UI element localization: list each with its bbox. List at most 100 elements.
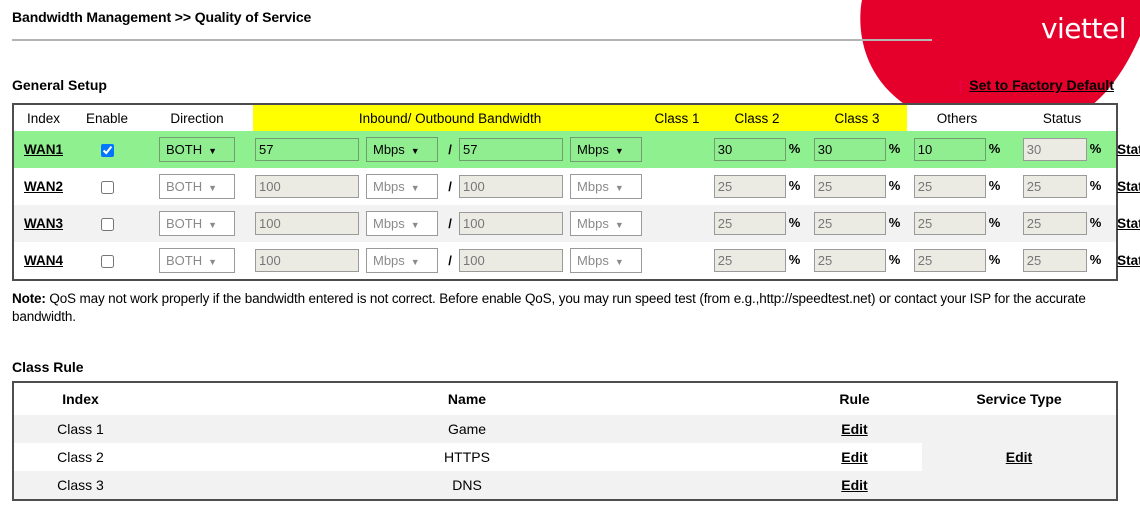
class1-cell: % — [707, 205, 807, 242]
header-enable: Enable — [73, 104, 141, 131]
enable-checkbox-wan3[interactable] — [101, 218, 114, 231]
inbound-cell — [253, 205, 361, 242]
inbound-bandwidth-input-wan1[interactable] — [255, 138, 359, 161]
class-rule-cell-1: Edit — [787, 415, 922, 443]
status-link-wan3[interactable]: Status — [1117, 216, 1140, 231]
outbound-bandwidth-input-wan3[interactable] — [459, 212, 563, 235]
direction-select-wan2[interactable]: BOTH▼ — [159, 174, 235, 199]
inbound-cell — [253, 168, 361, 205]
outbound-unit-select-wan2[interactable]: Mbps▼ — [570, 174, 642, 199]
percent-sign: % — [1090, 178, 1102, 193]
wan-index-cell: WAN1 — [13, 131, 73, 168]
header-index: Index — [13, 104, 73, 131]
outbound-unit-value-wan4: Mbps — [577, 253, 609, 268]
outbound-unit-cell: Mbps▼ — [565, 168, 647, 205]
enable-cell — [73, 131, 141, 168]
direction-select-wan3[interactable]: BOTH▼ — [159, 211, 235, 236]
class-rule-cell-2: Edit — [787, 443, 922, 471]
wan-link-3[interactable]: WAN3 — [24, 216, 63, 231]
edit-rule-link-class3[interactable]: Edit — [841, 477, 867, 493]
header-class-name: Name — [147, 382, 787, 415]
edit-service-type-link[interactable]: Edit — [1006, 449, 1032, 465]
class3-cell: % — [907, 205, 1007, 242]
enable-checkbox-wan2[interactable] — [101, 181, 114, 194]
inbound-unit-select-wan2[interactable]: Mbps▼ — [366, 174, 438, 199]
class3-input-wan2[interactable] — [914, 175, 986, 198]
enable-checkbox-wan4[interactable] — [101, 255, 114, 268]
class-rule-title: Class Rule — [12, 359, 84, 375]
note-body: QoS may not work properly if the bandwid… — [12, 291, 1086, 324]
percent-sign: % — [889, 141, 901, 156]
wan-link-2[interactable]: WAN2 — [24, 179, 63, 194]
class2-input-wan3[interactable] — [814, 212, 886, 235]
class3-input-wan1[interactable] — [914, 138, 986, 161]
direction-select-wan1[interactable]: BOTH▼ — [159, 137, 235, 162]
outbound-unit-select-wan1[interactable]: Mbps▼ — [570, 137, 642, 162]
set-to-factory-default-link[interactable]: Set to Factory Default — [969, 77, 1114, 93]
status-link-wan4[interactable]: Status — [1117, 253, 1140, 268]
edit-rule-link-class2[interactable]: Edit — [841, 449, 867, 465]
outbound-bandwidth-input-wan2[interactable] — [459, 175, 563, 198]
inbound-bandwidth-input-wan3[interactable] — [255, 212, 359, 235]
inbound-unit-select-wan1[interactable]: Mbps▼ — [366, 137, 438, 162]
inbound-unit-select-wan4[interactable]: Mbps▼ — [366, 248, 438, 273]
header-class-service-type: Service Type — [922, 382, 1117, 415]
header-class-2: Class 2 — [707, 104, 807, 131]
slash-separator: / — [448, 142, 452, 157]
wan-index-cell: WAN4 — [13, 242, 73, 280]
chevron-down-icon: ▼ — [411, 257, 420, 267]
class1-input-wan4[interactable] — [714, 249, 786, 272]
table-row: WAN4 BOTH▼ Mbps▼ / Mbps▼ % % % — [13, 242, 1117, 280]
class2-input-wan1[interactable] — [814, 138, 886, 161]
class2-input-wan2[interactable] — [814, 175, 886, 198]
class-index-cell-3: Class 3 — [13, 471, 147, 500]
class1-input-wan1[interactable] — [714, 138, 786, 161]
percent-sign: % — [1090, 141, 1102, 156]
outbound-unit-select-wan3[interactable]: Mbps▼ — [570, 211, 642, 236]
class3-input-wan4[interactable] — [914, 249, 986, 272]
class-rule-table: Index Name Rule Service Type Class 1 Gam… — [12, 381, 1118, 501]
wan-link-4[interactable]: WAN4 — [24, 253, 63, 268]
chevron-down-icon: ▼ — [208, 257, 217, 267]
enable-checkbox-wan1[interactable] — [101, 144, 114, 157]
inbound-bandwidth-input-wan2[interactable] — [255, 175, 359, 198]
service-type-cell: Edit — [922, 415, 1117, 500]
inbound-unit-value-wan1: Mbps — [373, 142, 405, 157]
inbound-unit-select-wan3[interactable]: Mbps ▼ — [366, 211, 438, 236]
direction-select-wan4[interactable]: BOTH▼ — [159, 248, 235, 273]
class-name-cell-1: Game — [147, 415, 787, 443]
outbound-unit-select-wan4[interactable]: Mbps▼ — [570, 248, 642, 273]
chevron-down-icon: ▼ — [615, 220, 624, 230]
class-rule-header-row: Index Name Rule Service Type — [13, 382, 1117, 415]
slash-cell: / — [443, 168, 457, 205]
spacer-cell — [647, 168, 707, 205]
slash-separator: / — [448, 179, 452, 194]
class1-input-wan2[interactable] — [714, 175, 786, 198]
outbound-bandwidth-input-wan1[interactable] — [459, 138, 563, 161]
table-row: WAN2 BOTH▼ Mbps▼ / Mbps▼ % % % — [13, 168, 1117, 205]
inbound-unit-value-wan3: Mbps — [373, 216, 405, 231]
status-link-wan1[interactable]: Status — [1117, 142, 1140, 157]
class3-input-wan3[interactable] — [914, 212, 986, 235]
chevron-down-icon: ▼ — [411, 220, 420, 230]
class-rule-cell-3: Edit — [787, 471, 922, 500]
class-index-cell-2: Class 2 — [13, 443, 147, 471]
note-prefix: Note: — [12, 291, 46, 306]
table-header-row: Index Enable Direction Inbound/ Outbound… — [13, 104, 1117, 131]
outbound-unit-cell: Mbps▼ — [565, 205, 647, 242]
wan-link-1[interactable]: WAN1 — [24, 142, 63, 157]
class1-cell: % — [707, 242, 807, 280]
outbound-bandwidth-input-wan4[interactable] — [459, 249, 563, 272]
status-link-wan2[interactable]: Status — [1117, 179, 1140, 194]
inbound-bandwidth-input-wan4[interactable] — [255, 249, 359, 272]
wan-index-cell: WAN3 — [13, 205, 73, 242]
breadcrumb: Bandwidth Management >> Quality of Servi… — [12, 9, 311, 25]
direction-cell: BOTH▼ — [141, 131, 253, 168]
class2-input-wan4[interactable] — [814, 249, 886, 272]
class2-cell: % — [807, 131, 907, 168]
edit-rule-link-class1[interactable]: Edit — [841, 421, 867, 437]
class1-cell: % — [707, 131, 807, 168]
class1-input-wan3[interactable] — [714, 212, 786, 235]
others-status-cell: % — [1007, 168, 1117, 205]
others-input-wan3 — [1023, 212, 1087, 235]
